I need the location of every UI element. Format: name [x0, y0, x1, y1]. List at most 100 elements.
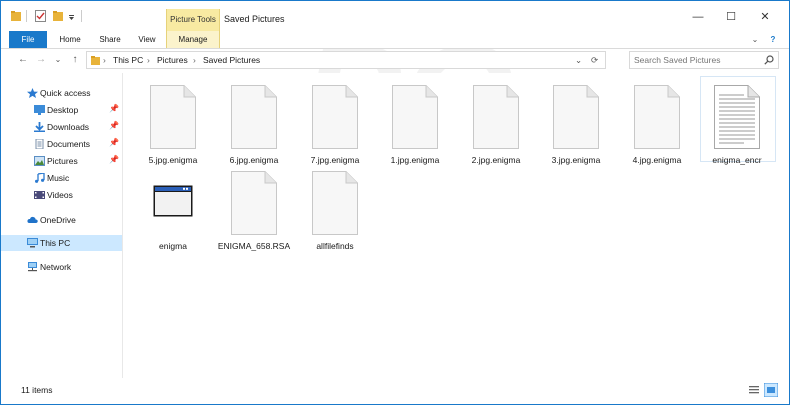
folder-icon	[91, 56, 100, 65]
up-button[interactable]: ↑	[69, 53, 81, 67]
tab-file[interactable]: File	[9, 31, 47, 48]
maximize-button[interactable]: ☐	[716, 9, 746, 25]
tab-home[interactable]: Home	[53, 31, 87, 48]
pin-icon: 📌	[109, 155, 119, 164]
folder-icon	[11, 11, 21, 21]
file-item[interactable]: 1.jpg.enigma	[379, 77, 451, 165]
pin-icon: 📌	[109, 121, 119, 130]
file-item[interactable]: 3.jpg.enigma	[540, 77, 612, 165]
breadcrumb-saved-pictures[interactable]: Saved Pictures	[203, 52, 260, 68]
file-name: enigma_encr	[712, 155, 762, 165]
cloud-icon	[27, 216, 38, 223]
recent-locations-button[interactable]: ⌄	[52, 53, 64, 67]
address-dropdown-button[interactable]: ⌄	[575, 52, 582, 68]
nav-item-this-pc[interactable]: This PC	[1, 235, 122, 251]
breadcrumb-this-pc[interactable]: This PC	[113, 52, 143, 68]
blank-document-icon	[473, 85, 519, 149]
ribbon-tabs: File Home Share View Manage ⌄ ?	[1, 31, 789, 49]
file-name: ENIGMA_658.RSA	[217, 241, 291, 251]
file-item[interactable]: 5.jpg.enigma	[137, 77, 209, 165]
file-item[interactable]: allfilefinds	[299, 163, 371, 251]
search-box[interactable]	[629, 51, 779, 69]
videos-icon	[34, 191, 45, 199]
documents-icon	[35, 139, 44, 149]
file-name: 4.jpg.enigma	[632, 155, 682, 165]
file-name: allfilefinds	[316, 241, 354, 251]
details-view-icon[interactable]	[747, 383, 761, 397]
file-explorer-window: PC risk.com Picture Tools Saved Pictures…	[0, 0, 790, 405]
context-tab-label: Picture Tools	[170, 15, 216, 24]
file-name: 1.jpg.enigma	[390, 155, 440, 165]
nav-item-onedrive[interactable]: OneDrive	[1, 212, 122, 228]
breadcrumb-pictures[interactable]: Pictures	[157, 52, 188, 68]
nav-label: Music	[47, 173, 70, 183]
nav-label: Quick access	[40, 88, 91, 98]
file-item[interactable]: 4.jpg.enigma	[621, 77, 693, 165]
nav-item-documents[interactable]: Documents 📌	[1, 136, 122, 152]
chevron-down-icon[interactable]: ⌄	[749, 31, 761, 48]
desktop-icon	[34, 105, 45, 115]
file-item[interactable]: enigma	[137, 163, 209, 251]
breadcrumb-separator: ›	[147, 55, 150, 65]
nav-label: This PC	[40, 238, 71, 248]
nav-item-downloads[interactable]: Downloads 📌	[1, 119, 122, 135]
computer-icon	[27, 238, 38, 248]
file-name: 3.jpg.enigma	[551, 155, 601, 165]
search-input[interactable]	[634, 53, 754, 66]
blank-document-icon	[634, 85, 680, 149]
nav-label: Videos	[47, 190, 73, 200]
nav-item-videos[interactable]: Videos	[1, 187, 122, 203]
file-item[interactable]: ENIGMA_658.RSA	[218, 163, 290, 251]
tab-view[interactable]: View	[131, 31, 163, 48]
file-item[interactable]: 7.jpg.enigma	[299, 77, 371, 165]
blank-document-icon	[553, 85, 599, 149]
pictures-icon	[34, 156, 45, 166]
customize-toolbar-icon[interactable]	[68, 10, 75, 22]
nav-item-quick-access[interactable]: Quick access	[1, 85, 122, 101]
nav-label: Network	[40, 262, 72, 272]
nav-item-pictures[interactable]: Pictures 📌	[1, 153, 122, 169]
file-name: 2.jpg.enigma	[471, 155, 521, 165]
network-icon	[28, 262, 37, 272]
address-row: ← → ⌄ ↑ › This PC › Pictures › Saved Pic…	[1, 49, 789, 71]
new-folder-icon[interactable]	[53, 10, 63, 22]
application-window-icon	[153, 185, 193, 217]
nav-label: Downloads	[47, 122, 90, 132]
pin-icon: 📌	[109, 138, 119, 147]
star-icon	[27, 88, 38, 98]
blank-document-icon	[312, 171, 358, 235]
large-icons-view-icon[interactable]	[764, 383, 778, 397]
breadcrumb-separator: ›	[103, 55, 106, 65]
tab-manage[interactable]: Manage	[166, 31, 220, 48]
refresh-button[interactable]: ⟳	[591, 52, 598, 68]
nav-item-desktop[interactable]: Desktop 📌	[1, 102, 122, 118]
properties-icon[interactable]	[35, 10, 46, 22]
file-item[interactable]: enigma_encr	[700, 76, 776, 165]
nav-item-network[interactable]: Network	[1, 259, 122, 275]
close-button[interactable]: ✕	[750, 9, 780, 25]
divider	[26, 10, 27, 22]
tab-share[interactable]: Share	[93, 31, 127, 48]
blank-document-icon	[312, 85, 358, 149]
music-icon	[35, 173, 45, 183]
nav-label: OneDrive	[40, 215, 76, 225]
file-list: 5.jpg.enigma 6.jpg.enigma 7.jpg.enigma 1…	[123, 73, 789, 378]
divider	[81, 10, 82, 22]
address-bar[interactable]: › This PC › Pictures › Saved Pictures ⌄ …	[86, 51, 606, 69]
blank-document-icon	[392, 85, 438, 149]
minimize-button[interactable]: —	[683, 9, 713, 25]
nav-label: Documents	[47, 139, 90, 149]
nav-item-music[interactable]: Music	[1, 170, 122, 186]
search-icon[interactable]	[764, 55, 774, 65]
nav-label: Desktop	[47, 105, 79, 115]
file-item[interactable]: 6.jpg.enigma	[218, 77, 290, 165]
help-icon[interactable]: ?	[767, 31, 779, 48]
navigation-pane: Quick access Desktop 📌 Downloads 📌 Docum…	[1, 73, 123, 378]
pin-icon: 📌	[109, 104, 119, 113]
download-icon	[34, 122, 45, 132]
file-item[interactable]: 2.jpg.enigma	[460, 77, 532, 165]
blank-document-icon	[231, 85, 277, 149]
forward-button[interactable]: →	[35, 53, 47, 67]
blank-document-icon	[231, 171, 277, 235]
back-button[interactable]: ←	[17, 53, 29, 67]
